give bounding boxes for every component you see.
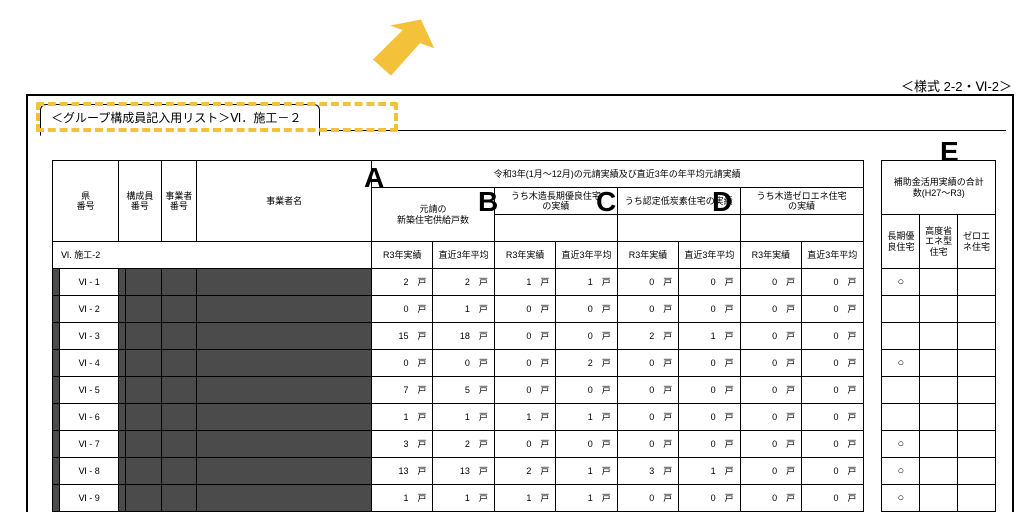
highlight-dashed-box bbox=[36, 102, 398, 132]
form-code: ＜様式 2-2・Ⅵ-2＞ bbox=[901, 76, 1012, 95]
arrow-icon bbox=[348, 4, 438, 94]
inner-top-line bbox=[40, 130, 1006, 512]
annotation-B: B bbox=[478, 186, 498, 218]
annotation-A: A bbox=[364, 162, 384, 194]
annotation-D: D bbox=[712, 186, 732, 218]
annotation-E: E bbox=[940, 136, 959, 168]
annotation-C: C bbox=[596, 186, 616, 218]
